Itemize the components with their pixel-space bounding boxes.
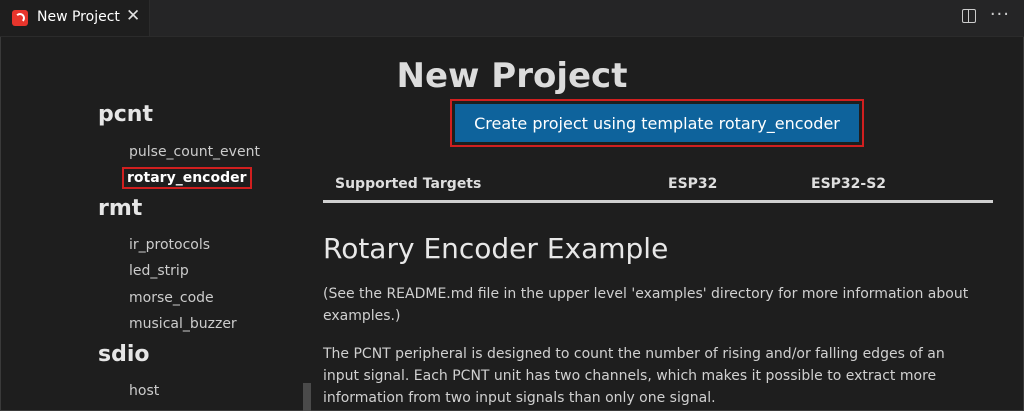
list-item-morse-code[interactable]: morse_code	[129, 290, 214, 306]
create-project-button-label: Create project using template rotary_enc…	[455, 104, 859, 142]
list-item-rotary-encoder[interactable]: rotary_encoder	[122, 167, 252, 189]
split-editor-icon[interactable]	[961, 9, 976, 23]
supported-targets-header: Supported Targets	[335, 176, 482, 192]
tab-title: New Project	[37, 9, 120, 25]
create-project-button[interactable]: Create project using template rotary_enc…	[450, 99, 864, 147]
tab-bar: New Project ✕ ···	[0, 0, 1024, 37]
tab-new-project[interactable]: New Project ✕	[0, 0, 150, 36]
list-item-ir-protocols[interactable]: ir_protocols	[129, 237, 210, 253]
list-item-host[interactable]: host	[129, 383, 159, 399]
list-item-pulse-count-event[interactable]: pulse_count_event	[129, 144, 260, 160]
description-paragraph: The PCNT peripheral is designed to count…	[323, 346, 945, 406]
close-icon[interactable]: ✕	[126, 6, 140, 26]
target-esp32: ESP32	[668, 176, 718, 192]
target-esp32-s2: ESP32-S2	[811, 176, 887, 192]
espressif-logo-icon	[12, 10, 28, 26]
editor-actions: ···	[961, 6, 1010, 24]
scrollbar-thumb[interactable]	[303, 383, 311, 411]
list-item-led-strip[interactable]: led_strip	[129, 263, 189, 279]
category-rmt: rmt	[98, 196, 143, 221]
readme-note: (See the README.md file in the upper lev…	[323, 286, 969, 324]
page-title: New Project	[396, 56, 628, 96]
category-sdio: sdio	[98, 342, 150, 367]
list-item-musical-buzzer[interactable]: musical_buzzer	[129, 316, 237, 332]
category-pcnt: pcnt	[98, 102, 153, 127]
example-heading: Rotary Encoder Example	[323, 232, 669, 265]
supported-targets-table: Supported Targets ESP32 ESP32-S2	[323, 166, 993, 203]
more-actions-icon[interactable]: ···	[990, 6, 1010, 24]
